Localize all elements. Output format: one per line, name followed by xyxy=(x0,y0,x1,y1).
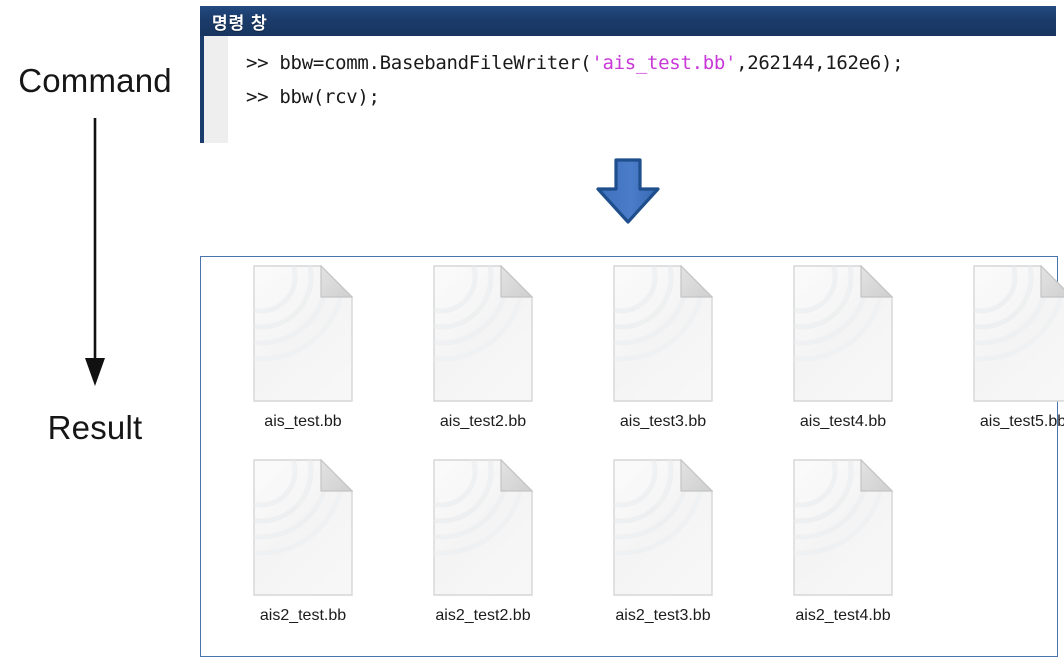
command-prompt: >> xyxy=(246,52,280,74)
file-name-label: ais2_test2.bb xyxy=(435,607,531,624)
file-document-icon[interactable] xyxy=(433,264,534,402)
file-document-icon xyxy=(793,264,894,402)
result-section-label: Result xyxy=(47,409,143,446)
command-section-label: Command xyxy=(18,62,172,99)
file-document-icon xyxy=(253,458,354,596)
file-item[interactable]: ais2_test4.bb xyxy=(763,458,923,625)
file-document-icon xyxy=(613,458,714,596)
file-document-icon[interactable] xyxy=(793,458,894,596)
file-document-icon xyxy=(253,264,354,402)
file-name-label: ais2_test4.bb xyxy=(795,607,891,624)
file-item[interactable]: ais_test.bb xyxy=(223,264,383,431)
command-window-gutter xyxy=(204,36,228,143)
command-code-text: bbw(rcv); xyxy=(279,86,380,108)
command-window-body[interactable]: >> bbw=comm.BasebandFileWriter('ais_test… xyxy=(200,36,1056,143)
file-item[interactable]: ais2_test.bb xyxy=(223,458,383,625)
file-name-label: ais_test2.bb xyxy=(439,413,527,430)
file-document-icon xyxy=(433,264,534,402)
file-document-icon[interactable] xyxy=(253,458,354,596)
file-document-icon[interactable] xyxy=(433,458,534,596)
file-name-label: ais_test5.bb xyxy=(979,413,1064,430)
result-file-panel: ais_test.bb ais_test2.bb ais_test3.bb ai… xyxy=(200,256,1064,657)
file-document-icon xyxy=(433,458,534,596)
file-document-icon xyxy=(613,264,714,402)
file-name-label: ais_test4.bb xyxy=(799,413,887,430)
file-document-icon[interactable] xyxy=(793,264,894,402)
file-item[interactable]: ais2_test2.bb xyxy=(403,458,563,625)
command-line: >> bbw(rcv); xyxy=(246,80,1056,114)
file-document-icon[interactable] xyxy=(613,458,714,596)
file-document-icon[interactable] xyxy=(613,264,714,402)
file-document-icon xyxy=(973,264,1064,402)
file-row: ais_test.bb ais_test2.bb ais_test3.bb ai… xyxy=(201,264,1064,455)
file-item[interactable]: ais_test4.bb xyxy=(763,264,923,431)
file-document-icon[interactable] xyxy=(253,264,354,402)
command-prompt: >> xyxy=(246,86,280,108)
file-name-label: ais2_test3.bb xyxy=(615,607,711,624)
file-name-label: ais2_test.bb xyxy=(259,607,347,624)
command-window-title: 명령 창 xyxy=(212,13,268,33)
file-item[interactable]: ais_test5.bb xyxy=(943,264,1064,431)
file-name-label: ais_test3.bb xyxy=(619,413,707,430)
command-window-console[interactable]: >> bbw=comm.BasebandFileWriter('ais_test… xyxy=(228,36,1056,143)
command-code-text: bbw=comm.BasebandFileWriter( xyxy=(279,52,592,74)
file-name-label: ais_test.bb xyxy=(264,413,342,430)
file-row: ais2_test.bb ais2_test2.bb ais2_test3.bb… xyxy=(201,458,1057,649)
file-item[interactable]: ais2_test3.bb xyxy=(583,458,743,625)
file-item[interactable]: ais_test2.bb xyxy=(403,264,563,431)
down-arrow-icon xyxy=(70,118,120,386)
file-item[interactable]: ais_test3.bb xyxy=(583,264,743,431)
command-window-titlebar: 명령 창 xyxy=(200,6,1056,36)
command-code-text: ,262144,162e6); xyxy=(736,52,904,74)
command-string-literal: 'ais_test.bb' xyxy=(591,52,737,74)
file-document-icon[interactable] xyxy=(973,264,1064,402)
command-window: 명령 창 >> bbw=comm.BasebandFileWriter('ais… xyxy=(200,6,1056,143)
file-document-icon xyxy=(793,458,894,596)
blue-down-arrow-icon xyxy=(592,158,664,224)
command-line: >> bbw=comm.BasebandFileWriter('ais_test… xyxy=(246,46,1056,80)
